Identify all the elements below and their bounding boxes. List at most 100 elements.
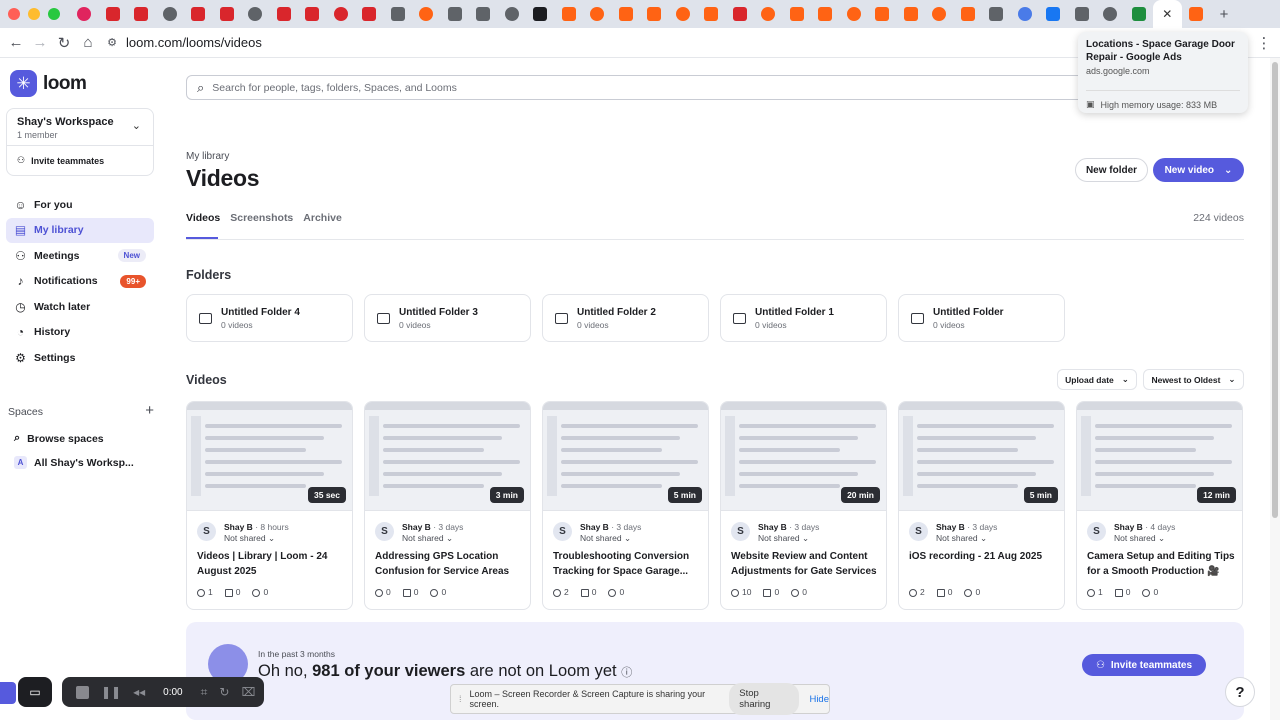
hide-sharing-bar-button[interactable]: Hide	[809, 694, 829, 705]
folder-card[interactable]: Untitled Folder 0 videos	[898, 294, 1065, 342]
sharing-dropdown[interactable]: Not shared ⌄	[224, 533, 275, 544]
browser-tab[interactable]	[127, 0, 156, 28]
browser-tab[interactable]	[70, 0, 99, 28]
info-icon[interactable]: ⓘ	[621, 667, 632, 679]
sidebar-item-watch-later[interactable]: ◷ Watch later	[6, 294, 154, 320]
browser-tab[interactable]	[1125, 0, 1154, 28]
space-item-all[interactable]: A All Shay's Worksp...	[14, 456, 134, 469]
forward-button[interactable]: →	[28, 31, 52, 55]
browser-tab[interactable]	[897, 0, 926, 28]
browser-tab[interactable]	[783, 0, 812, 28]
sidebar-item-settings[interactable]: ⚙ Settings	[6, 345, 154, 371]
rewind-icon[interactable]: ◂◂	[133, 685, 145, 699]
active-browser-tab[interactable]: ✕	[1153, 0, 1182, 28]
video-card[interactable]: 5 min S Shay B · 3 days Not shared ⌄ iOS rec…	[898, 401, 1065, 610]
chevron-down-icon[interactable]: ⌄	[132, 119, 141, 132]
sidebar-item-for-you[interactable]: ☺ For you	[6, 192, 154, 218]
browser-tab[interactable]	[99, 0, 128, 28]
invite-teammates-link[interactable]: ⚇ Invite teammates	[17, 155, 104, 166]
address-bar[interactable]: loom.com/looms/videos	[126, 35, 262, 50]
browser-tab[interactable]	[754, 0, 783, 28]
workspace-switcher[interactable]: Shay's Workspace 1 member ⌄ ⚇ Invite tea…	[6, 108, 154, 176]
video-card[interactable]: 35 sec S Shay B · 8 hours Not shared ⌄ Video…	[186, 401, 353, 610]
pause-icon[interactable]: ❚❚	[101, 685, 121, 699]
page-scrollbar[interactable]	[1270, 58, 1280, 720]
browser-tab[interactable]	[1068, 0, 1097, 28]
sharing-dropdown[interactable]: Not shared ⌄	[1114, 533, 1165, 544]
video-title[interactable]: Camera Setup and Editing Tips for a Smoo…	[1087, 549, 1237, 579]
video-thumbnail[interactable]: 35 sec	[187, 402, 352, 511]
back-button[interactable]: ←	[4, 31, 28, 55]
browser-tab[interactable]	[469, 0, 498, 28]
draw-icon[interactable]: ⌗	[201, 685, 208, 700]
browser-tab[interactable]	[526, 0, 555, 28]
browser-tab[interactable]	[1039, 0, 1068, 28]
browser-tab[interactable]	[384, 0, 413, 28]
new-tab-button[interactable]: +	[1212, 2, 1236, 26]
browser-menu-icon[interactable]: ⋮	[1252, 31, 1276, 55]
close-window-button[interactable]	[8, 8, 20, 20]
folder-card[interactable]: Untitled Folder 20 videos	[542, 294, 709, 342]
camera-icon[interactable]: ▭	[18, 677, 52, 707]
tab-archive[interactable]: Archive	[303, 212, 342, 224]
banner-invite-button[interactable]: ⚇ Invite teammates	[1082, 654, 1206, 676]
sidebar-item-history[interactable]: ◔ History	[6, 320, 154, 346]
video-title[interactable]: Troubleshooting Conversion Tracking for …	[553, 549, 703, 579]
home-button[interactable]: ⌂	[76, 31, 100, 55]
browser-tab[interactable]	[840, 0, 869, 28]
sidebar-item-meetings[interactable]: ⚇ Meetings New	[6, 243, 154, 269]
browser-tab[interactable]	[327, 0, 356, 28]
video-thumbnail[interactable]: 5 min	[543, 402, 708, 511]
browser-tab[interactable]	[498, 0, 527, 28]
browser-tab[interactable]	[726, 0, 755, 28]
sharing-dropdown[interactable]: Not shared ⌄	[758, 533, 809, 544]
video-title[interactable]: Videos | Library | Loom - 24 August 2025	[197, 549, 347, 579]
browser-tab[interactable]	[1096, 0, 1125, 28]
new-video-button[interactable]: New video ⌄	[1153, 158, 1244, 182]
browser-tab[interactable]	[555, 0, 584, 28]
video-card[interactable]: 3 min S Shay B · 3 days Not shared ⌄ Address…	[364, 401, 531, 610]
browser-tab[interactable]	[156, 0, 185, 28]
browser-tab[interactable]	[441, 0, 470, 28]
chevron-down-icon[interactable]: ⌄	[1224, 165, 1232, 176]
recorder-handle[interactable]	[0, 682, 16, 704]
folder-card[interactable]: Untitled Folder 30 videos	[364, 294, 531, 342]
sharing-dropdown[interactable]: Not shared ⌄	[402, 533, 453, 544]
video-card[interactable]: 20 min S Shay B · 3 days Not shared ⌄ Websit…	[720, 401, 887, 610]
site-info-icon[interactable]: ⚙	[100, 31, 124, 55]
new-folder-button[interactable]: New folder	[1075, 158, 1148, 182]
minimize-window-button[interactable]	[28, 8, 40, 20]
browser-tab[interactable]	[612, 0, 641, 28]
folder-card[interactable]: Untitled Folder 10 videos	[720, 294, 887, 342]
video-thumbnail[interactable]: 5 min	[899, 402, 1064, 511]
folder-card[interactable]: Untitled Folder 40 videos	[186, 294, 353, 342]
tab-videos[interactable]: Videos	[186, 212, 220, 224]
browser-tab[interactable]	[868, 0, 897, 28]
video-title[interactable]: iOS recording - 21 Aug 2025	[909, 549, 1059, 564]
browse-spaces-item[interactable]: ⌕ Browse spaces	[14, 432, 104, 445]
trash-icon[interactable]: ⌧	[241, 685, 255, 699]
browser-tab[interactable]	[298, 0, 327, 28]
stop-sharing-button[interactable]: Stop sharing	[729, 683, 800, 715]
browser-tab[interactable]	[270, 0, 299, 28]
video-card[interactable]: 5 min S Shay B · 3 days Not shared ⌄ Trouble…	[542, 401, 709, 610]
sharing-dropdown[interactable]: Not shared ⌄	[580, 533, 631, 544]
sort-order-dropdown[interactable]: Newest to Oldest ⌄	[1143, 369, 1244, 390]
browser-tab[interactable]	[669, 0, 698, 28]
sort-field-dropdown[interactable]: Upload date ⌄	[1057, 369, 1137, 390]
browser-tab[interactable]	[184, 0, 213, 28]
reload-button[interactable]: ↻	[52, 31, 76, 55]
sidebar-item-my-library[interactable]: ▤ My library	[6, 217, 154, 243]
breadcrumb[interactable]: My library	[186, 151, 229, 162]
maximize-window-button[interactable]	[48, 8, 60, 20]
scrollbar-thumb[interactable]	[1272, 62, 1278, 518]
video-thumbnail[interactable]: 3 min	[365, 402, 530, 511]
browser-tab[interactable]	[697, 0, 726, 28]
browser-tab[interactable]	[1182, 0, 1211, 28]
browser-tab[interactable]	[640, 0, 669, 28]
video-card[interactable]: 12 min S Shay B · 4 days Not shared ⌄ Camera…	[1076, 401, 1243, 610]
restart-icon[interactable]: ↻	[219, 685, 229, 699]
help-button[interactable]: ?	[1225, 677, 1255, 707]
video-title[interactable]: Website Review and Content Adjustments f…	[731, 549, 881, 579]
drag-handle-icon[interactable]: ⁞	[459, 694, 462, 704]
